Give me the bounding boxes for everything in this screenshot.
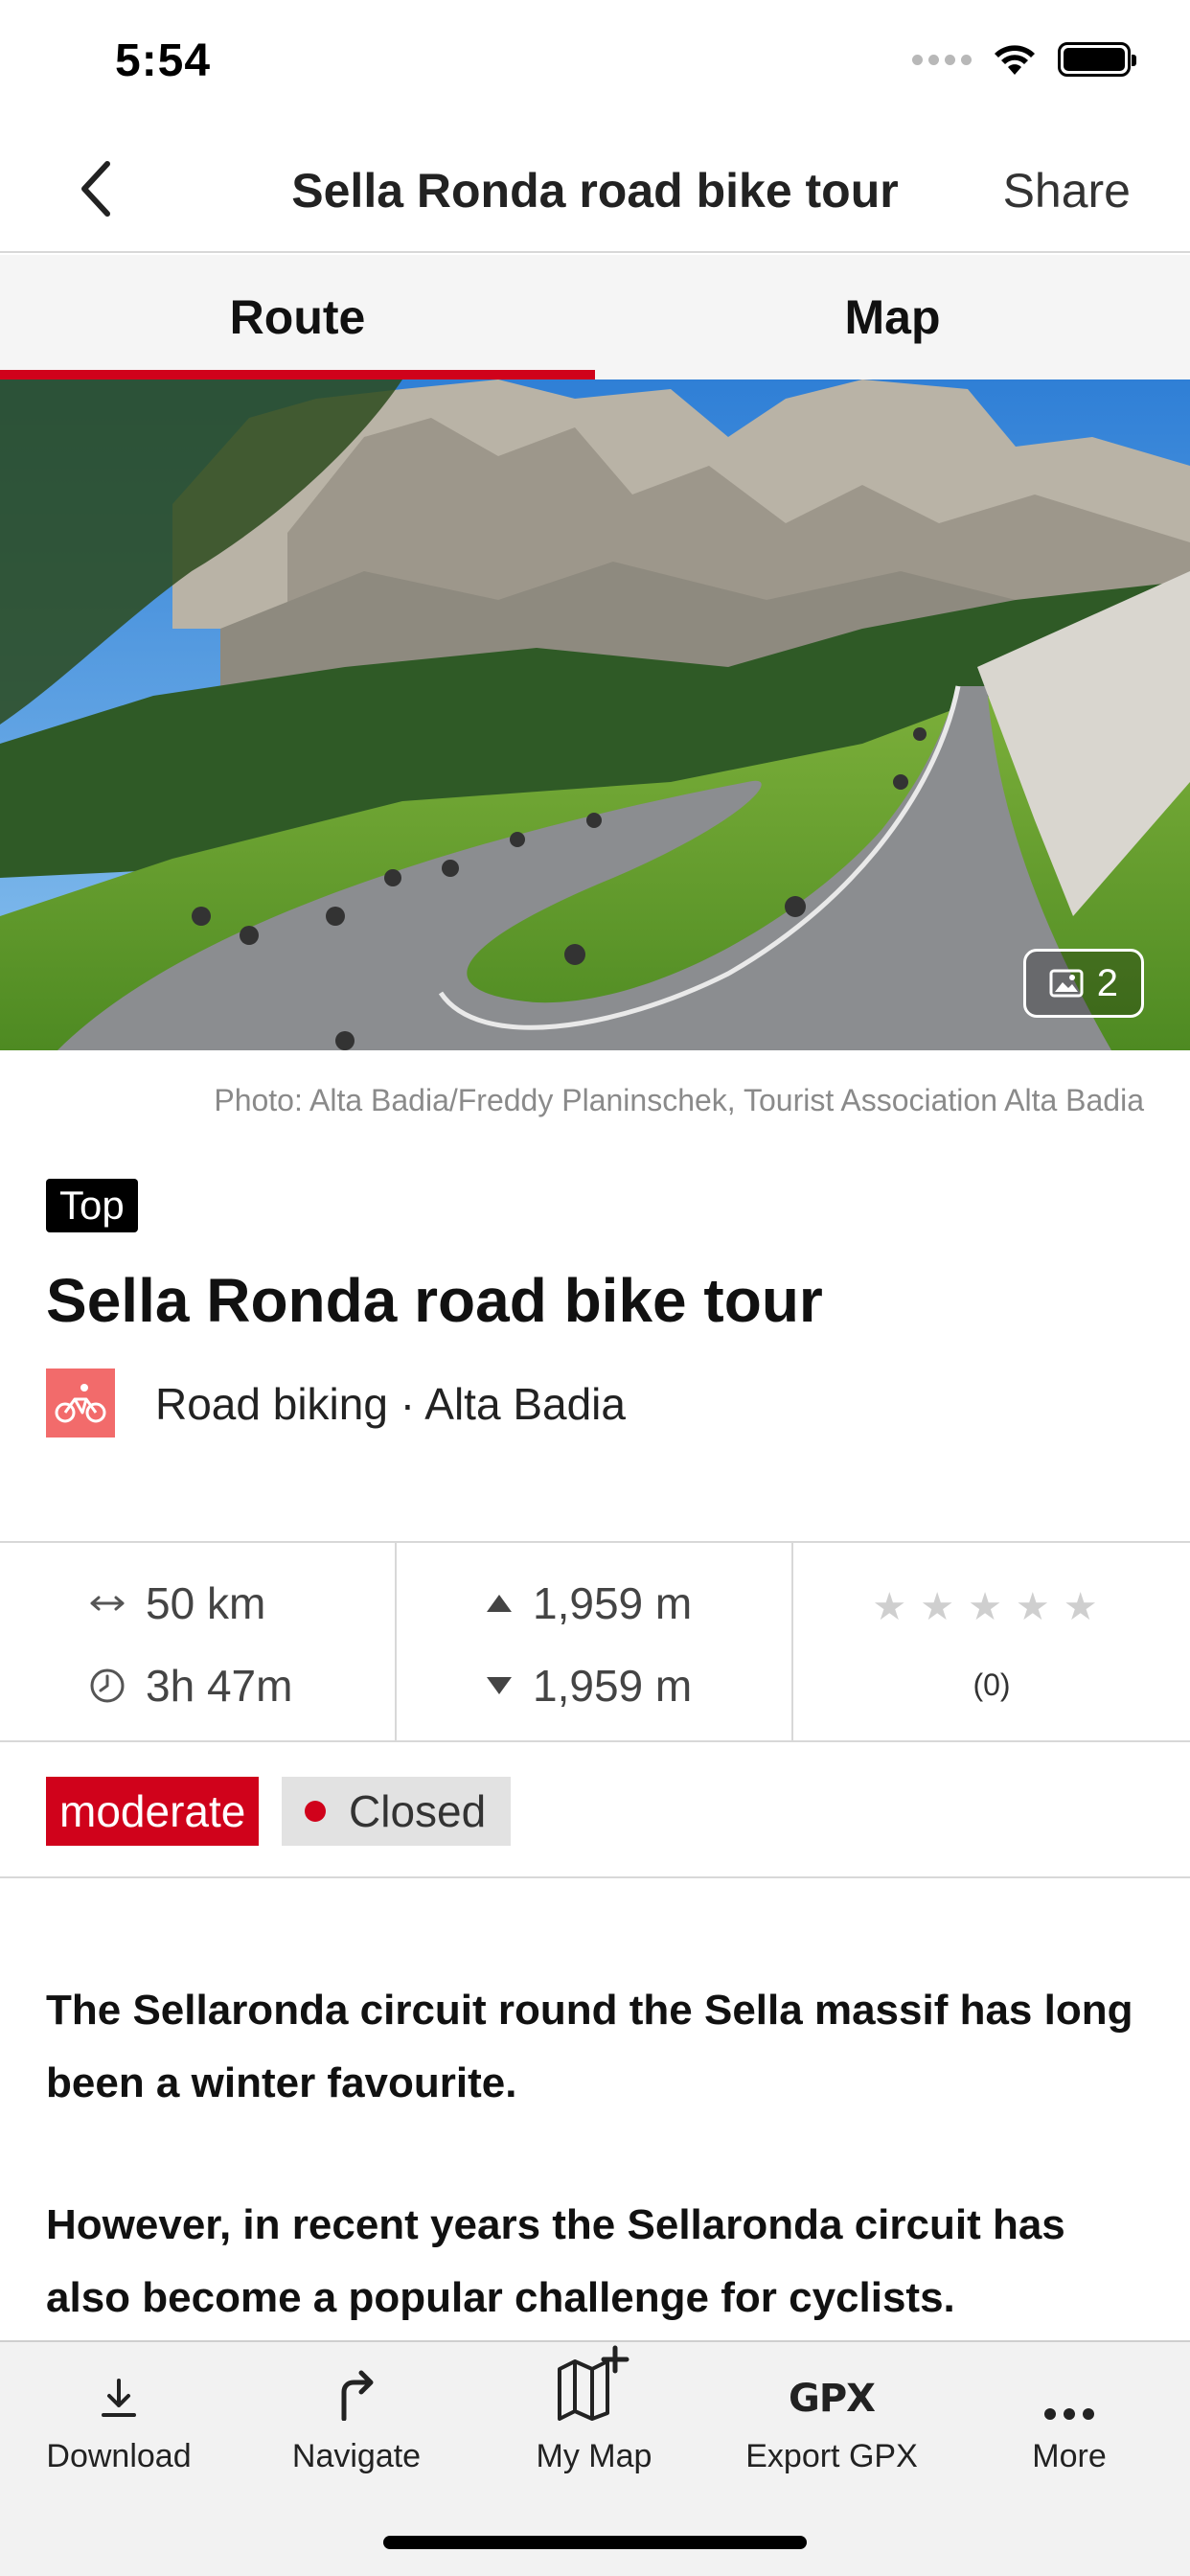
wifi-icon (995, 45, 1035, 75)
more-label: More (1032, 2438, 1107, 2474)
status-dot-icon (305, 1801, 326, 1822)
my-map-button[interactable]: My Map (475, 2342, 713, 2486)
ascent-stat: 1,959 m (485, 1577, 692, 1629)
rating-stars[interactable]: ★★★★★ (793, 1585, 1190, 1629)
mountain-road-photo (0, 380, 1190, 1050)
descent-stat: 1,959 m (485, 1660, 692, 1712)
status-icons (912, 42, 1136, 77)
distance-value: 50 km (146, 1578, 266, 1628)
top-badge: Top (46, 1179, 138, 1232)
battery-icon (1058, 42, 1136, 77)
difficulty-tag: moderate (46, 1777, 260, 1846)
gpx-icon: GPX (789, 2377, 876, 2421)
hero-photo[interactable]: 2 (0, 380, 1190, 1050)
export-gpx-button[interactable]: GPX Export GPX (713, 2342, 950, 2486)
export-gpx-label: Export GPX (745, 2438, 918, 2474)
tab-bar: Route Map (0, 255, 1190, 380)
elevation-column: 1,959 m 1,959 m (397, 1543, 793, 1740)
distance-stat: 50 km (88, 1577, 265, 1629)
photo-credit: Photo: Alta Badia/Freddy Planinschek, To… (214, 1083, 1144, 1117)
image-icon (1049, 969, 1084, 998)
ascent-triangle-icon (487, 1595, 512, 1612)
my-map-icon (558, 2345, 629, 2421)
duration-value: 3h 47m (146, 1661, 293, 1711)
more-button[interactable]: More (950, 2342, 1188, 2486)
stats-panel: 50 km 3h 47m 1,959 m 1,959 m ★★★★★ (0) (0, 1541, 1190, 1742)
navigation-bar: Sella Ronda road bike tour Share (0, 126, 1190, 253)
status-bar: 5:54 (0, 0, 1190, 126)
descent-value: 1,959 m (533, 1661, 693, 1711)
status-tag: Closed (282, 1777, 512, 1846)
tab-map[interactable]: Map (595, 255, 1190, 380)
road-bike-icon (46, 1368, 115, 1438)
share-button[interactable]: Share (1003, 163, 1131, 218)
duration-stat: 3h 47m (88, 1660, 292, 1712)
status-time: 5:54 (115, 35, 212, 86)
status-label: Closed (349, 1786, 487, 1836)
download-label: Download (46, 2438, 192, 2474)
descent-triangle-icon (487, 1677, 512, 1694)
more-icon (1044, 2408, 1094, 2420)
photo-count: 2 (1096, 961, 1118, 1004)
distance-arrows-icon (90, 1596, 125, 1611)
description-paragraph: The Sellaronda circuit round the Sella m… (46, 1987, 1133, 2106)
navigate-icon (341, 2370, 374, 2421)
rating-column[interactable]: ★★★★★ (0) (793, 1543, 1190, 1740)
tab-route[interactable]: Route (0, 255, 595, 380)
description-paragraph: However, in recent years the Sellaronda … (46, 2201, 1065, 2321)
home-indicator[interactable] (383, 2536, 807, 2549)
navigate-label: Navigate (291, 2438, 422, 2474)
tour-title: Sella Ronda road bike tour (46, 1266, 823, 1335)
tags-row: moderate Closed (0, 1744, 1190, 1878)
distance-duration-column: 50 km 3h 47m (0, 1543, 397, 1740)
rating-count: (0) (973, 1668, 1011, 1702)
my-map-label: My Map (536, 2438, 652, 2474)
activity-region: Road biking · Alta Badia (155, 1379, 626, 1429)
screen: 5:54 Sella Ronda road bike tour Share Ro… (0, 0, 1190, 2576)
clock-icon (90, 1668, 125, 1703)
download-button[interactable]: Download (0, 2342, 238, 2486)
cellular-signal-icon (912, 54, 972, 65)
navigate-button[interactable]: Navigate (238, 2342, 475, 2486)
download-icon (102, 2379, 136, 2417)
ascent-value: 1,959 m (533, 1578, 693, 1628)
description: The Sellaronda circuit round the Sella m… (46, 1974, 1148, 2404)
photo-count-badge[interactable]: 2 (1022, 949, 1144, 1018)
